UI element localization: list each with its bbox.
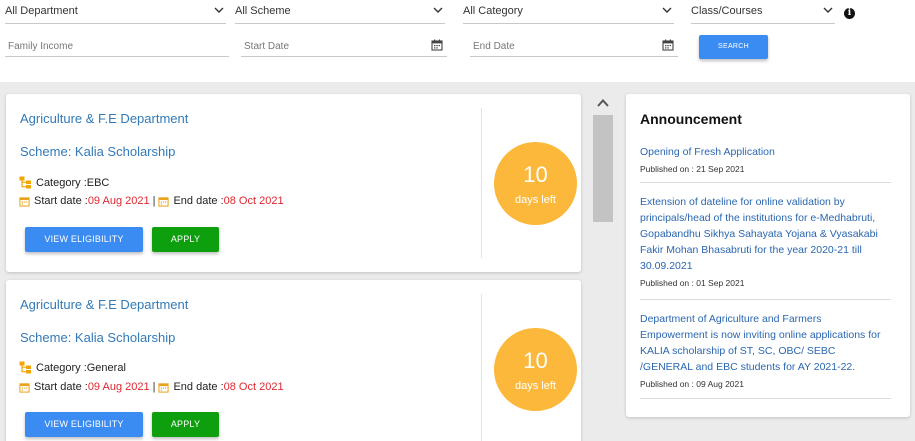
category-value: EBC <box>86 176 110 189</box>
end-date-label: End date : <box>173 195 224 207</box>
announcement-item: Department of Agriculture and Farmers Em… <box>640 311 891 389</box>
card-category: Category : General <box>19 361 126 374</box>
end-date-placeholder: End Date <box>473 41 515 52</box>
class-courses-select-value: Class/Courses <box>691 5 763 17</box>
chevron-down-icon <box>214 7 224 13</box>
end-date-label: End date : <box>173 381 224 393</box>
days-left-badge: 10 days left <box>494 142 577 225</box>
scheme-card: Agriculture & F.E Department Scheme: Kal… <box>6 280 581 441</box>
category-select[interactable]: All Category <box>463 0 674 24</box>
card-scheme[interactable]: Scheme: Kalia Scholarship <box>20 330 175 345</box>
family-income-placeholder: Family Income <box>8 41 74 52</box>
divider <box>640 299 891 300</box>
calendar-icon <box>158 382 170 393</box>
start-date-value: 09 Aug 2021 <box>87 381 150 393</box>
chevron-up-icon[interactable] <box>596 97 610 109</box>
card-divider <box>481 294 482 441</box>
announcement-link[interactable]: Opening of Fresh Application <box>640 144 891 160</box>
end-date-input[interactable]: End Date <box>470 32 678 57</box>
calendar-icon <box>158 196 170 207</box>
chevron-down-icon <box>823 7 833 13</box>
search-button[interactable]: SEARCH <box>699 35 768 59</box>
days-left-label: days left <box>515 194 556 206</box>
view-eligibility-button[interactable]: VIEW ELIGIBILITY <box>25 412 143 437</box>
announcement-title: Announcement <box>640 111 742 127</box>
hierarchy-icon <box>19 176 31 189</box>
card-department[interactable]: Agriculture & F.E Department <box>20 111 188 126</box>
calendar-icon[interactable] <box>431 39 443 51</box>
card-department[interactable]: Agriculture & F.E Department <box>20 297 188 312</box>
calendar-icon <box>19 382 30 393</box>
scheme-select[interactable]: All Scheme <box>235 0 445 24</box>
divider <box>640 398 891 399</box>
announcement-item: Opening of Fresh Application Published o… <box>640 144 891 174</box>
days-left-badge: 10 days left <box>494 328 577 411</box>
end-date-value: 08 Oct 2021 <box>223 381 284 393</box>
days-left-label: days left <box>515 380 556 392</box>
start-date-input[interactable]: Start Date <box>241 32 447 57</box>
calendar-icon[interactable] <box>662 39 674 51</box>
info-icon[interactable]: i <box>844 8 855 19</box>
announcement-date: Published on : 01 Sep 2021 <box>640 278 745 288</box>
apply-button[interactable]: APPLY <box>152 412 219 437</box>
card-divider <box>481 108 482 258</box>
category-value: General <box>86 361 126 374</box>
view-eligibility-button[interactable]: VIEW ELIGIBILITY <box>25 227 143 252</box>
start-date-label: Start date : <box>34 381 88 393</box>
end-date-value: 08 Oct 2021 <box>223 195 284 207</box>
scheme-card: Agriculture & F.E Department Scheme: Kal… <box>6 94 581 272</box>
date-separator: | <box>152 195 156 207</box>
announcement-item: Extension of dateline for online validat… <box>640 194 891 288</box>
announcement-link[interactable]: Department of Agriculture and Farmers Em… <box>640 311 891 375</box>
days-left-number: 10 <box>523 348 548 373</box>
scheme-select-value: All Scheme <box>235 5 291 17</box>
announcement-panel: Announcement Opening of Fresh Applicatio… <box>626 94 910 417</box>
calendar-icon <box>19 196 30 207</box>
announcement-date: Published on : 09 Aug 2021 <box>640 379 744 389</box>
chevron-down-icon <box>433 7 443 13</box>
card-scheme[interactable]: Scheme: Kalia Scholarship <box>20 144 175 159</box>
family-income-input[interactable]: Family Income <box>5 32 229 57</box>
announcement-date: Published on : 21 Sep 2021 <box>640 164 745 174</box>
start-date-label: Start date : <box>34 195 88 207</box>
department-select-value: All Department <box>5 5 78 17</box>
hierarchy-icon <box>19 361 31 374</box>
scrollbar-thumb[interactable] <box>593 115 613 222</box>
days-left-number: 10 <box>523 162 548 187</box>
filter-bar: All Department All Scheme All Category C… <box>0 0 915 82</box>
start-date-placeholder: Start Date <box>244 41 290 52</box>
card-dates: Start date : 09 Aug 2021 | End date : 08… <box>19 381 284 393</box>
date-separator: | <box>152 381 156 393</box>
chevron-down-icon <box>662 7 672 13</box>
department-select[interactable]: All Department <box>5 0 226 24</box>
class-courses-select[interactable]: Class/Courses <box>691 0 835 24</box>
start-date-value: 09 Aug 2021 <box>87 195 150 207</box>
apply-button[interactable]: APPLY <box>152 227 219 252</box>
category-label: Category : <box>36 176 87 189</box>
announcement-link[interactable]: Extension of dateline for online validat… <box>640 194 891 274</box>
card-dates: Start date : 09 Aug 2021 | End date : 08… <box>19 195 284 207</box>
divider <box>640 182 891 183</box>
card-category: Category : EBC <box>19 176 109 189</box>
category-select-value: All Category <box>463 5 523 17</box>
category-label: Category : <box>36 361 87 374</box>
